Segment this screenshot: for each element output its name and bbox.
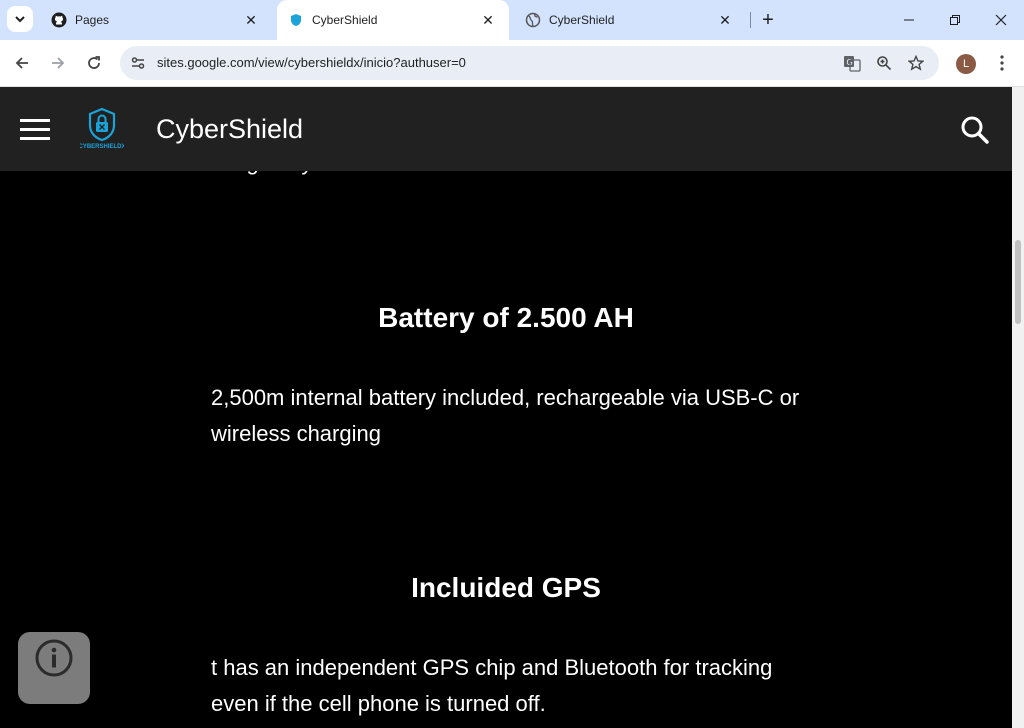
more-vertical-icon xyxy=(1000,55,1004,71)
tab-title: Pages xyxy=(75,13,110,27)
section-text-gps: t has an independent GPS chip and Blueto… xyxy=(211,655,773,716)
close-tab-icon[interactable]: ✕ xyxy=(480,12,496,28)
chevron-down-icon xyxy=(15,16,25,23)
search-icon[interactable] xyxy=(958,113,992,147)
close-icon xyxy=(995,14,1007,26)
browser-menu-button[interactable] xyxy=(990,50,1014,76)
tab-title: CyberShield xyxy=(549,13,615,27)
tab-pages[interactable]: Pages ✕ xyxy=(40,0,272,40)
tab-search-button[interactable] xyxy=(7,6,33,32)
bookmark-star-icon[interactable] xyxy=(906,53,926,73)
hamburger-menu-icon[interactable] xyxy=(20,119,50,141)
section-text-battery: 2,500m internal battery included, rechar… xyxy=(211,385,800,446)
site-title[interactable]: CyberShield xyxy=(156,114,303,145)
reload-icon xyxy=(88,56,100,69)
tab-cybershield[interactable]: CyberShield ✕ xyxy=(514,0,746,40)
address-bar[interactable]: sites.google.com/view/cybershieldx/inici… xyxy=(120,46,939,80)
site-settings-icon[interactable] xyxy=(128,53,148,73)
tab-strip: Pages ✕ CyberShield ✕ CyberShield ✕ + xyxy=(0,0,1024,40)
translate-icon[interactable]: G xyxy=(842,53,862,73)
page-content: image of your choice Battery of 2.500 AH… xyxy=(0,87,1012,728)
close-tab-icon[interactable]: ✕ xyxy=(243,12,259,28)
url-text: sites.google.com/view/cybershieldx/inici… xyxy=(157,55,466,70)
zoom-icon[interactable] xyxy=(874,53,894,73)
site-header: CYBERSHIELDX CyberShield xyxy=(0,87,1012,171)
tab-cybershield-active[interactable]: CyberShield ✕ xyxy=(277,0,509,40)
globe-icon xyxy=(525,12,541,28)
arrow-left-icon xyxy=(15,57,28,69)
info-button[interactable] xyxy=(18,632,90,704)
browser-toolbar: sites.google.com/view/cybershieldx/inici… xyxy=(0,40,1024,87)
info-icon xyxy=(35,639,73,677)
forward-button[interactable] xyxy=(44,49,72,77)
minimize-button[interactable] xyxy=(886,0,932,40)
tab-title: CyberShield xyxy=(312,13,378,27)
profile-avatar[interactable]: L xyxy=(956,54,976,74)
restore-button[interactable] xyxy=(932,0,978,40)
site-logo[interactable]: CYBERSHIELDX xyxy=(78,107,126,151)
section-heading-gps: Incluided GPS xyxy=(411,572,601,603)
section-heading-battery: Battery of 2.500 AH xyxy=(378,302,634,333)
page-scrollbar[interactable] xyxy=(1012,87,1024,728)
github-icon xyxy=(51,12,67,28)
close-window-button[interactable] xyxy=(978,0,1024,40)
svg-text:CYBERSHIELDX: CYBERSHIELDX xyxy=(80,144,124,150)
minimize-icon xyxy=(904,19,914,21)
tab-divider xyxy=(750,12,751,28)
site-favicon-icon xyxy=(288,12,304,28)
restore-icon xyxy=(950,15,960,25)
back-button[interactable] xyxy=(8,49,36,77)
close-tab-icon[interactable]: ✕ xyxy=(717,12,733,28)
arrow-right-icon xyxy=(52,57,65,69)
scrollbar-thumb[interactable] xyxy=(1015,240,1021,324)
new-tab-button[interactable]: + xyxy=(757,8,779,32)
reload-button[interactable] xyxy=(80,49,108,77)
